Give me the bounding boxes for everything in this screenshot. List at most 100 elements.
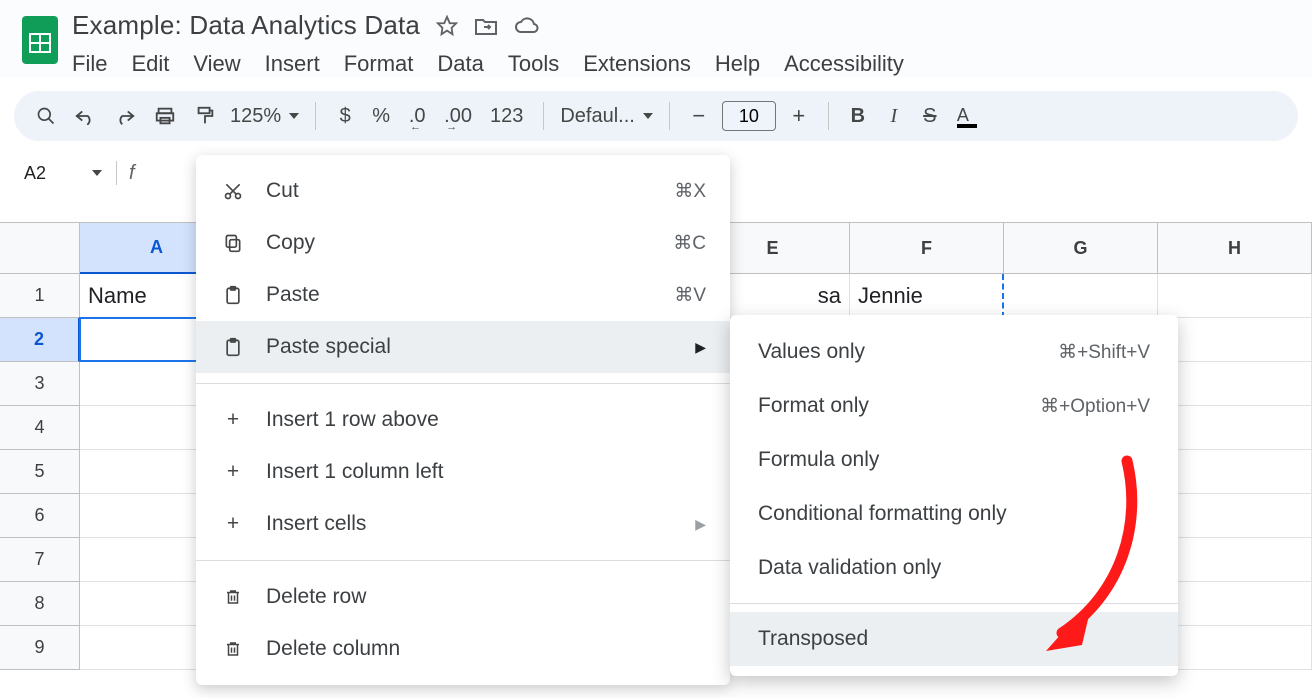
sub-transposed[interactable]: Transposed bbox=[730, 612, 1178, 666]
row-header-3[interactable]: 3 bbox=[0, 362, 80, 406]
ctx-delete-row[interactable]: Delete row bbox=[196, 571, 730, 623]
ctx-insert-row-label: Insert 1 row above bbox=[266, 408, 706, 432]
ctx-delete-col-label: Delete column bbox=[266, 637, 706, 661]
row-header-9[interactable]: 9 bbox=[0, 626, 80, 670]
format-percent-button[interactable]: % bbox=[368, 101, 394, 131]
cloud-status-icon[interactable] bbox=[514, 16, 540, 36]
row-headers: 1 2 3 4 5 6 7 8 9 bbox=[0, 274, 80, 670]
print-button[interactable] bbox=[150, 101, 180, 131]
cell-h9[interactable] bbox=[1158, 626, 1312, 670]
ctx-copy-shortcut: ⌘C bbox=[673, 232, 706, 255]
name-box-value: A2 bbox=[24, 163, 46, 184]
search-icon[interactable] bbox=[32, 101, 60, 131]
sub-values-only[interactable]: Values only ⌘+Shift+V bbox=[730, 325, 1178, 379]
row-header-1[interactable]: 1 bbox=[0, 274, 80, 318]
cell-h6[interactable] bbox=[1158, 494, 1312, 538]
menu-tools[interactable]: Tools bbox=[508, 51, 559, 77]
sub-values-only-shortcut: ⌘+Shift+V bbox=[1058, 341, 1150, 364]
cell-f1[interactable]: Jennie bbox=[850, 274, 1004, 318]
toolbar: 125% $ % .0← .00→ 123 Defaul... − 10 + B… bbox=[14, 91, 1298, 141]
vertical-separator bbox=[116, 161, 117, 185]
menu-separator bbox=[730, 603, 1178, 604]
toolbar-separator bbox=[669, 102, 670, 130]
ctx-insert-row-above[interactable]: + Insert 1 row above bbox=[196, 394, 730, 446]
column-header-h[interactable]: H bbox=[1158, 222, 1312, 274]
chevron-down-icon bbox=[92, 170, 102, 176]
star-icon[interactable] bbox=[436, 15, 458, 37]
row-header-2[interactable]: 2 bbox=[0, 318, 80, 362]
format-currency-button[interactable]: $ bbox=[332, 101, 358, 131]
cell-g1[interactable] bbox=[1004, 274, 1158, 318]
font-size-increase[interactable]: + bbox=[786, 101, 812, 131]
redo-button[interactable] bbox=[110, 101, 140, 131]
cell-h8[interactable] bbox=[1158, 582, 1312, 626]
cell-h3[interactable] bbox=[1158, 362, 1312, 406]
cell-h2[interactable] bbox=[1158, 318, 1312, 362]
row-header-8[interactable]: 8 bbox=[0, 582, 80, 626]
menu-separator bbox=[196, 383, 730, 384]
zoom-value: 125% bbox=[230, 105, 281, 128]
font-size-decrease[interactable]: − bbox=[686, 101, 712, 131]
ctx-copy[interactable]: Copy ⌘C bbox=[196, 217, 730, 269]
name-box[interactable]: A2 bbox=[14, 163, 108, 184]
row-header-4[interactable]: 4 bbox=[0, 406, 80, 450]
ctx-paste-special[interactable]: Paste special ▶ bbox=[196, 321, 730, 373]
sheets-logo[interactable] bbox=[16, 10, 64, 70]
font-size-input[interactable]: 10 bbox=[722, 101, 776, 131]
ctx-delete-column[interactable]: Delete column bbox=[196, 623, 730, 675]
ctx-cut[interactable]: Cut ⌘X bbox=[196, 165, 730, 217]
column-header-f[interactable]: F bbox=[850, 222, 1004, 274]
zoom-dropdown[interactable]: 125% bbox=[230, 105, 299, 128]
text-color-button[interactable]: A bbox=[953, 101, 981, 131]
strikethrough-button[interactable]: S bbox=[917, 101, 943, 131]
cell-h5[interactable] bbox=[1158, 450, 1312, 494]
sub-data-validation-only[interactable]: Data validation only bbox=[730, 541, 1178, 595]
menu-file[interactable]: File bbox=[72, 51, 107, 77]
cell-h4[interactable] bbox=[1158, 406, 1312, 450]
sub-format-only-shortcut: ⌘+Option+V bbox=[1040, 395, 1150, 418]
ctx-copy-label: Copy bbox=[266, 231, 653, 255]
plus-icon: + bbox=[220, 512, 246, 536]
select-all-corner[interactable] bbox=[0, 222, 80, 274]
fx-icon: f bbox=[125, 162, 135, 185]
sub-format-only[interactable]: Format only ⌘+Option+V bbox=[730, 379, 1178, 433]
paste-special-submenu: Values only ⌘+Shift+V Format only ⌘+Opti… bbox=[730, 315, 1178, 676]
sub-format-only-label: Format only bbox=[758, 394, 1026, 418]
menu-extensions[interactable]: Extensions bbox=[583, 51, 691, 77]
font-family-dropdown[interactable]: Defaul... bbox=[560, 105, 652, 128]
menu-insert[interactable]: Insert bbox=[265, 51, 320, 77]
menu-view[interactable]: View bbox=[193, 51, 240, 77]
ctx-paste-special-label: Paste special bbox=[266, 335, 675, 359]
row-header-7[interactable]: 7 bbox=[0, 538, 80, 582]
context-menu: Cut ⌘X Copy ⌘C Paste ⌘V Paste special ▶ … bbox=[196, 155, 730, 685]
ctx-insert-cells[interactable]: + Insert cells ▶ bbox=[196, 498, 730, 550]
cell-h7[interactable] bbox=[1158, 538, 1312, 582]
decrease-decimal-button[interactable]: .0← bbox=[404, 101, 430, 131]
ctx-insert-column-left[interactable]: + Insert 1 column left bbox=[196, 446, 730, 498]
chevron-down-icon bbox=[289, 113, 299, 119]
ctx-paste-shortcut: ⌘V bbox=[674, 284, 706, 307]
move-to-folder-icon[interactable] bbox=[474, 16, 498, 36]
document-title[interactable]: Example: Data Analytics Data bbox=[72, 10, 420, 41]
column-header-g[interactable]: G bbox=[1004, 222, 1158, 274]
more-formats-button[interactable]: 123 bbox=[486, 101, 527, 131]
bold-button[interactable]: B bbox=[845, 101, 871, 131]
menu-data[interactable]: Data bbox=[437, 51, 483, 77]
row-header-6[interactable]: 6 bbox=[0, 494, 80, 538]
paint-format-button[interactable] bbox=[190, 101, 220, 131]
row-header-5[interactable]: 5 bbox=[0, 450, 80, 494]
cell-h1[interactable] bbox=[1158, 274, 1312, 318]
sub-conditional-formatting-only[interactable]: Conditional formatting only bbox=[730, 487, 1178, 541]
sub-formula-only[interactable]: Formula only bbox=[730, 433, 1178, 487]
increase-decimal-button[interactable]: .00→ bbox=[440, 101, 476, 131]
font-family-label: Defaul... bbox=[560, 105, 634, 128]
undo-button[interactable] bbox=[70, 101, 100, 131]
menu-help[interactable]: Help bbox=[715, 51, 760, 77]
plus-icon: + bbox=[220, 460, 246, 484]
italic-button[interactable]: I bbox=[881, 101, 907, 131]
menu-format[interactable]: Format bbox=[344, 51, 414, 77]
ctx-paste[interactable]: Paste ⌘V bbox=[196, 269, 730, 321]
paste-special-icon bbox=[220, 336, 246, 358]
menu-accessibility[interactable]: Accessibility bbox=[784, 51, 904, 77]
menu-edit[interactable]: Edit bbox=[131, 51, 169, 77]
